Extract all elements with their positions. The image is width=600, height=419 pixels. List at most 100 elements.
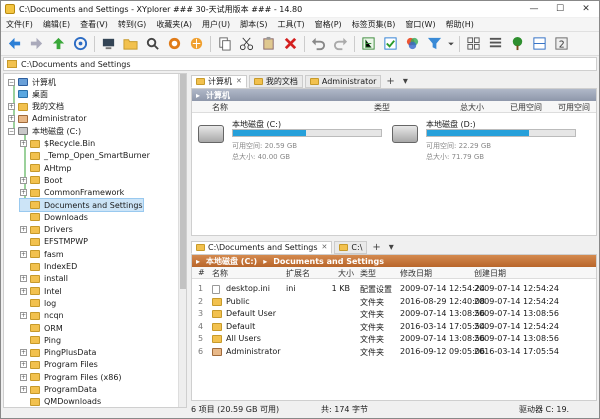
menu-item[interactable]: 窗格(P) <box>310 18 347 32</box>
tree-item[interactable]: _Temp_Open_SmartBurner <box>20 150 150 162</box>
tree-item[interactable]: + Program Files <box>20 359 98 371</box>
tree-item[interactable]: + PingPlusData <box>20 347 96 359</box>
tree-item[interactable]: + Intel <box>20 285 62 297</box>
column-header[interactable]: 可用空间 <box>558 102 590 113</box>
tree-expander[interactable]: + <box>20 312 27 320</box>
tree-item[interactable]: ORM <box>20 322 63 334</box>
back-button[interactable] <box>5 34 24 53</box>
tree-expander[interactable]: − <box>8 127 15 135</box>
tree-expander[interactable]: + <box>20 275 27 283</box>
tree-item[interactable]: + CommonFramework <box>20 187 124 199</box>
close-window-button[interactable]: ✕ <box>573 1 599 17</box>
computer-button[interactable] <box>99 34 118 53</box>
tree-item[interactable]: 桌面 <box>8 88 48 100</box>
pane-2-button[interactable]: 2 <box>552 34 571 53</box>
address-bar[interactable]: C:\Documents and Settings <box>3 57 597 71</box>
column-header[interactable]: 类型 <box>360 268 376 279</box>
close-tab-icon[interactable]: ✕ <box>322 243 328 251</box>
tab-pane2-0[interactable]: C:\Documents and Settings ✕ <box>191 240 333 254</box>
column-header[interactable]: 名称 <box>212 102 228 113</box>
menu-item[interactable]: 转到(G) <box>113 18 151 32</box>
tree-item[interactable]: + Drivers <box>20 224 73 236</box>
column-header[interactable]: # <box>198 268 205 277</box>
new-tab-button[interactable]: + <box>369 242 383 253</box>
tree-expander[interactable]: + <box>20 386 27 393</box>
tree-item[interactable]: log <box>20 297 56 309</box>
column-header[interactable]: 修改日期 <box>400 268 432 279</box>
delete-button[interactable] <box>281 34 300 53</box>
tree-item[interactable]: + install <box>20 273 68 285</box>
tree-item[interactable]: − 计算机 <box>8 76 56 88</box>
column-header[interactable]: 大小 <box>338 268 354 279</box>
column-header[interactable]: 总大小 <box>460 102 484 113</box>
find-button[interactable] <box>143 34 162 53</box>
tree-item[interactable]: − 本地磁盘 (C:) <box>8 125 81 137</box>
tree-expander[interactable]: + <box>20 349 27 357</box>
tree-item[interactable]: + Program Files (x86) <box>20 371 122 383</box>
tree-item[interactable]: QMDownloads <box>20 396 101 407</box>
copy-button[interactable] <box>215 34 234 53</box>
tree-item[interactable]: Downloads <box>20 211 88 223</box>
tree-expander[interactable]: + <box>8 103 15 111</box>
menu-item[interactable]: 文件(F) <box>1 18 38 32</box>
file-row[interactable]: 4 Default 文件夹 2016-03-14 17:05:54 2009-07-14… <box>192 321 596 333</box>
tree-expander[interactable]: + <box>20 361 27 369</box>
column-header[interactable]: 类型 <box>374 102 390 113</box>
tree-expander[interactable]: + <box>20 287 27 295</box>
tree-expander[interactable]: + <box>20 250 27 258</box>
column-header[interactable]: 名称 <box>212 268 228 279</box>
tree-expander[interactable]: + <box>20 176 27 184</box>
menu-item[interactable]: 工具(T) <box>272 18 309 32</box>
close-tab-icon[interactable]: ✕ <box>236 77 242 85</box>
tree-expander[interactable]: + <box>20 373 27 381</box>
tree-scrollbar-thumb[interactable] <box>180 74 186 289</box>
tree-toggle-button[interactable] <box>359 34 378 53</box>
minimize-button[interactable]: — <box>521 1 547 17</box>
drive-item[interactable]: 本地磁盘 (C:) 可用空间: 20.59 GB 总大小: 40.00 GB <box>198 119 388 169</box>
tree-view-button[interactable] <box>508 34 527 53</box>
breadcrumb-segment[interactable]: 本地磁盘 (C:) <box>206 256 257 267</box>
tab-pane1-1[interactable]: 我的文档 <box>248 74 303 88</box>
checkbox-button[interactable] <box>381 34 400 53</box>
tree-item[interactable]: + Boot <box>20 174 62 186</box>
filter-button[interactable] <box>425 34 444 53</box>
address-text[interactable]: C:\Documents and Settings <box>21 60 131 69</box>
file-row[interactable]: 1 desktop.ini ini 1 KB 配置设置 2009-07-14 12:54:… <box>192 283 596 295</box>
breadcrumb-segment[interactable]: 计算机 <box>206 90 230 101</box>
tab-pane1-2[interactable]: Administrator <box>304 74 382 88</box>
file-row[interactable]: 6 Administrator 文件夹 2016-09-12 09:05:06 2016… <box>192 346 596 358</box>
tree-scrollbar[interactable] <box>178 74 186 407</box>
goto-button[interactable] <box>71 34 90 53</box>
maximize-button[interactable]: ☐ <box>547 1 573 17</box>
file-row[interactable]: 5 All Users 文件夹 2009-07-14 13:08:56 2009-07-… <box>192 333 596 345</box>
menu-item[interactable]: 查看(V) <box>75 18 113 32</box>
file-row[interactable]: 3 Default User 文件夹 2009-07-14 13:08:56 2009-… <box>192 308 596 320</box>
undo-button[interactable] <box>309 34 328 53</box>
tree-item[interactable]: + Administrator <box>8 113 87 125</box>
drive-item[interactable]: 本地磁盘 (D:) 可用空间: 22.29 GB 总大小: 71.79 GB <box>392 119 582 169</box>
forward-button[interactable] <box>27 34 46 53</box>
color-filter-button[interactable] <box>403 34 422 53</box>
tabs-dropdown-icon[interactable]: ▾ <box>386 242 397 253</box>
up-button[interactable] <box>49 34 68 53</box>
menu-item[interactable]: 帮助(H) <box>441 18 479 32</box>
dual-pane-button[interactable] <box>530 34 549 53</box>
redo-button[interactable] <box>331 34 350 53</box>
tree-item[interactable]: + $Recycle.Bin <box>20 138 95 150</box>
menu-item[interactable]: 脚本(S) <box>235 18 272 32</box>
menu-item[interactable]: 用户(U) <box>197 18 235 32</box>
globe-button[interactable] <box>187 34 206 53</box>
tree-item[interactable]: AHtmp <box>20 162 72 174</box>
menu-item[interactable]: 收藏夹(A) <box>151 18 197 32</box>
column-header[interactable]: 已用空间 <box>510 102 542 113</box>
file-row[interactable]: 2 Public 文件夹 2016-08-29 12:40:08 2009-07-14 … <box>192 296 596 308</box>
breadcrumb-segment[interactable]: Documents and Settings <box>273 257 384 266</box>
tree-expander[interactable]: + <box>20 140 27 147</box>
tree-item[interactable]: + fasm <box>20 248 64 260</box>
tree-expander[interactable]: − <box>8 78 15 86</box>
tree-item[interactable]: + ProgramData <box>20 384 97 396</box>
view-list-button[interactable] <box>486 34 505 53</box>
paste-button[interactable] <box>259 34 278 53</box>
tree-item[interactable]: Ping <box>20 334 61 346</box>
menu-item[interactable]: 标签页集(B) <box>347 18 401 32</box>
